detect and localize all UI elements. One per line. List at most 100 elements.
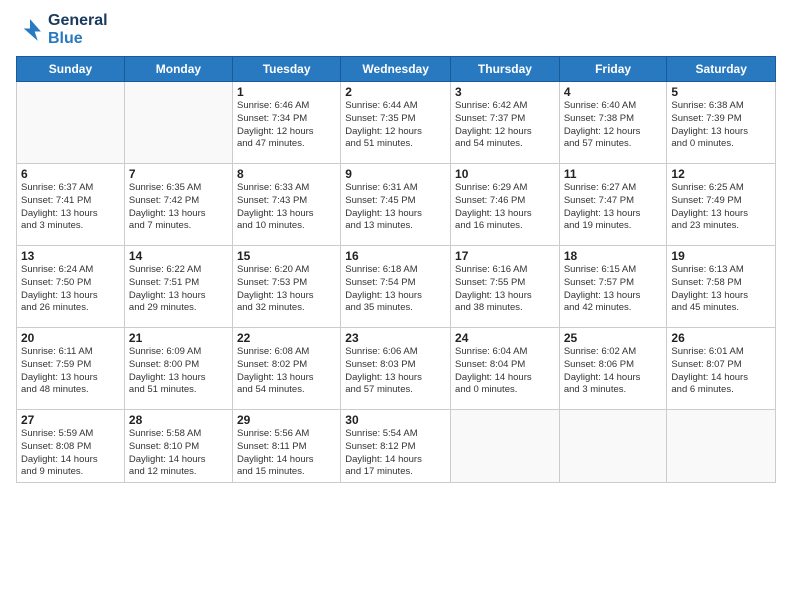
calendar-cell: 9Sunrise: 6:31 AM Sunset: 7:45 PM Daylig… xyxy=(341,164,451,246)
day-number: 9 xyxy=(345,167,446,181)
day-number: 17 xyxy=(455,249,555,263)
day-number: 3 xyxy=(455,85,555,99)
calendar-cell: 20Sunrise: 6:11 AM Sunset: 7:59 PM Dayli… xyxy=(17,328,125,410)
weekday-header-row: SundayMondayTuesdayWednesdayThursdayFrid… xyxy=(17,57,776,82)
day-number: 23 xyxy=(345,331,446,345)
calendar-cell: 2Sunrise: 6:44 AM Sunset: 7:35 PM Daylig… xyxy=(341,82,451,164)
day-number: 22 xyxy=(237,331,336,345)
week-row-1: 1Sunrise: 6:46 AM Sunset: 7:34 PM Daylig… xyxy=(17,82,776,164)
calendar-cell: 24Sunrise: 6:04 AM Sunset: 8:04 PM Dayli… xyxy=(451,328,560,410)
calendar-cell: 27Sunrise: 5:59 AM Sunset: 8:08 PM Dayli… xyxy=(17,410,125,483)
day-number: 12 xyxy=(671,167,771,181)
week-row-4: 20Sunrise: 6:11 AM Sunset: 7:59 PM Dayli… xyxy=(17,328,776,410)
calendar-cell: 23Sunrise: 6:06 AM Sunset: 8:03 PM Dayli… xyxy=(341,328,451,410)
day-number: 26 xyxy=(671,331,771,345)
day-info: Sunrise: 6:46 AM Sunset: 7:34 PM Dayligh… xyxy=(237,100,336,151)
day-number: 25 xyxy=(564,331,663,345)
calendar-cell: 16Sunrise: 6:18 AM Sunset: 7:54 PM Dayli… xyxy=(341,246,451,328)
day-number: 8 xyxy=(237,167,336,181)
day-info: Sunrise: 5:59 AM Sunset: 8:08 PM Dayligh… xyxy=(21,428,120,479)
day-number: 16 xyxy=(345,249,446,263)
calendar-cell xyxy=(559,410,667,483)
day-number: 27 xyxy=(21,413,120,427)
calendar-cell: 15Sunrise: 6:20 AM Sunset: 7:53 PM Dayli… xyxy=(232,246,340,328)
day-info: Sunrise: 6:25 AM Sunset: 7:49 PM Dayligh… xyxy=(671,182,771,233)
day-info: Sunrise: 6:11 AM Sunset: 7:59 PM Dayligh… xyxy=(21,346,120,397)
day-number: 10 xyxy=(455,167,555,181)
day-info: Sunrise: 6:40 AM Sunset: 7:38 PM Dayligh… xyxy=(564,100,663,151)
day-number: 29 xyxy=(237,413,336,427)
day-number: 4 xyxy=(564,85,663,99)
calendar-cell: 5Sunrise: 6:38 AM Sunset: 7:39 PM Daylig… xyxy=(667,82,776,164)
calendar-cell: 21Sunrise: 6:09 AM Sunset: 8:00 PM Dayli… xyxy=(124,328,232,410)
weekday-header-thursday: Thursday xyxy=(451,57,560,82)
day-info: Sunrise: 6:38 AM Sunset: 7:39 PM Dayligh… xyxy=(671,100,771,151)
calendar-cell: 18Sunrise: 6:15 AM Sunset: 7:57 PM Dayli… xyxy=(559,246,667,328)
day-info: Sunrise: 6:27 AM Sunset: 7:47 PM Dayligh… xyxy=(564,182,663,233)
calendar-cell: 8Sunrise: 6:33 AM Sunset: 7:43 PM Daylig… xyxy=(232,164,340,246)
day-info: Sunrise: 5:56 AM Sunset: 8:11 PM Dayligh… xyxy=(237,428,336,479)
day-number: 19 xyxy=(671,249,771,263)
calendar-cell xyxy=(17,82,125,164)
header: General Blue xyxy=(16,12,776,48)
calendar-cell: 1Sunrise: 6:46 AM Sunset: 7:34 PM Daylig… xyxy=(232,82,340,164)
day-info: Sunrise: 6:29 AM Sunset: 7:46 PM Dayligh… xyxy=(455,182,555,233)
logo: General Blue xyxy=(16,12,108,48)
weekday-header-monday: Monday xyxy=(124,57,232,82)
calendar-cell: 10Sunrise: 6:29 AM Sunset: 7:46 PM Dayli… xyxy=(451,164,560,246)
calendar-cell xyxy=(667,410,776,483)
calendar-cell: 30Sunrise: 5:54 AM Sunset: 8:12 PM Dayli… xyxy=(341,410,451,483)
weekday-header-saturday: Saturday xyxy=(667,57,776,82)
day-info: Sunrise: 6:22 AM Sunset: 7:51 PM Dayligh… xyxy=(129,264,228,315)
calendar-cell: 29Sunrise: 5:56 AM Sunset: 8:11 PM Dayli… xyxy=(232,410,340,483)
calendar-cell: 17Sunrise: 6:16 AM Sunset: 7:55 PM Dayli… xyxy=(451,246,560,328)
day-number: 11 xyxy=(564,167,663,181)
calendar-cell: 4Sunrise: 6:40 AM Sunset: 7:38 PM Daylig… xyxy=(559,82,667,164)
day-info: Sunrise: 6:24 AM Sunset: 7:50 PM Dayligh… xyxy=(21,264,120,315)
day-number: 28 xyxy=(129,413,228,427)
week-row-2: 6Sunrise: 6:37 AM Sunset: 7:41 PM Daylig… xyxy=(17,164,776,246)
weekday-header-tuesday: Tuesday xyxy=(232,57,340,82)
day-info: Sunrise: 6:35 AM Sunset: 7:42 PM Dayligh… xyxy=(129,182,228,233)
calendar-cell: 22Sunrise: 6:08 AM Sunset: 8:02 PM Dayli… xyxy=(232,328,340,410)
page: General Blue SundayMondayTuesdayWednesda… xyxy=(0,0,792,612)
calendar-cell: 26Sunrise: 6:01 AM Sunset: 8:07 PM Dayli… xyxy=(667,328,776,410)
week-row-5: 27Sunrise: 5:59 AM Sunset: 8:08 PM Dayli… xyxy=(17,410,776,483)
logo-text: General Blue xyxy=(48,12,108,48)
week-row-3: 13Sunrise: 6:24 AM Sunset: 7:50 PM Dayli… xyxy=(17,246,776,328)
calendar-cell xyxy=(124,82,232,164)
day-info: Sunrise: 6:06 AM Sunset: 8:03 PM Dayligh… xyxy=(345,346,446,397)
calendar-cell: 14Sunrise: 6:22 AM Sunset: 7:51 PM Dayli… xyxy=(124,246,232,328)
day-info: Sunrise: 6:18 AM Sunset: 7:54 PM Dayligh… xyxy=(345,264,446,315)
day-info: Sunrise: 6:13 AM Sunset: 7:58 PM Dayligh… xyxy=(671,264,771,315)
day-info: Sunrise: 6:31 AM Sunset: 7:45 PM Dayligh… xyxy=(345,182,446,233)
day-number: 15 xyxy=(237,249,336,263)
calendar-cell: 11Sunrise: 6:27 AM Sunset: 7:47 PM Dayli… xyxy=(559,164,667,246)
day-info: Sunrise: 5:58 AM Sunset: 8:10 PM Dayligh… xyxy=(129,428,228,479)
calendar-cell: 7Sunrise: 6:35 AM Sunset: 7:42 PM Daylig… xyxy=(124,164,232,246)
day-info: Sunrise: 6:44 AM Sunset: 7:35 PM Dayligh… xyxy=(345,100,446,151)
calendar-cell: 13Sunrise: 6:24 AM Sunset: 7:50 PM Dayli… xyxy=(17,246,125,328)
day-number: 30 xyxy=(345,413,446,427)
day-number: 6 xyxy=(21,167,120,181)
logo-icon xyxy=(16,16,44,44)
calendar-cell: 25Sunrise: 6:02 AM Sunset: 8:06 PM Dayli… xyxy=(559,328,667,410)
calendar-cell: 6Sunrise: 6:37 AM Sunset: 7:41 PM Daylig… xyxy=(17,164,125,246)
weekday-header-friday: Friday xyxy=(559,57,667,82)
day-info: Sunrise: 5:54 AM Sunset: 8:12 PM Dayligh… xyxy=(345,428,446,479)
calendar-cell: 12Sunrise: 6:25 AM Sunset: 7:49 PM Dayli… xyxy=(667,164,776,246)
day-info: Sunrise: 6:16 AM Sunset: 7:55 PM Dayligh… xyxy=(455,264,555,315)
day-number: 5 xyxy=(671,85,771,99)
day-info: Sunrise: 6:04 AM Sunset: 8:04 PM Dayligh… xyxy=(455,346,555,397)
calendar-cell: 28Sunrise: 5:58 AM Sunset: 8:10 PM Dayli… xyxy=(124,410,232,483)
day-number: 21 xyxy=(129,331,228,345)
day-info: Sunrise: 6:02 AM Sunset: 8:06 PM Dayligh… xyxy=(564,346,663,397)
day-number: 14 xyxy=(129,249,228,263)
day-number: 7 xyxy=(129,167,228,181)
weekday-header-sunday: Sunday xyxy=(17,57,125,82)
day-number: 2 xyxy=(345,85,446,99)
day-info: Sunrise: 6:20 AM Sunset: 7:53 PM Dayligh… xyxy=(237,264,336,315)
calendar-cell: 19Sunrise: 6:13 AM Sunset: 7:58 PM Dayli… xyxy=(667,246,776,328)
day-info: Sunrise: 6:08 AM Sunset: 8:02 PM Dayligh… xyxy=(237,346,336,397)
calendar-table: SundayMondayTuesdayWednesdayThursdayFrid… xyxy=(16,56,776,483)
